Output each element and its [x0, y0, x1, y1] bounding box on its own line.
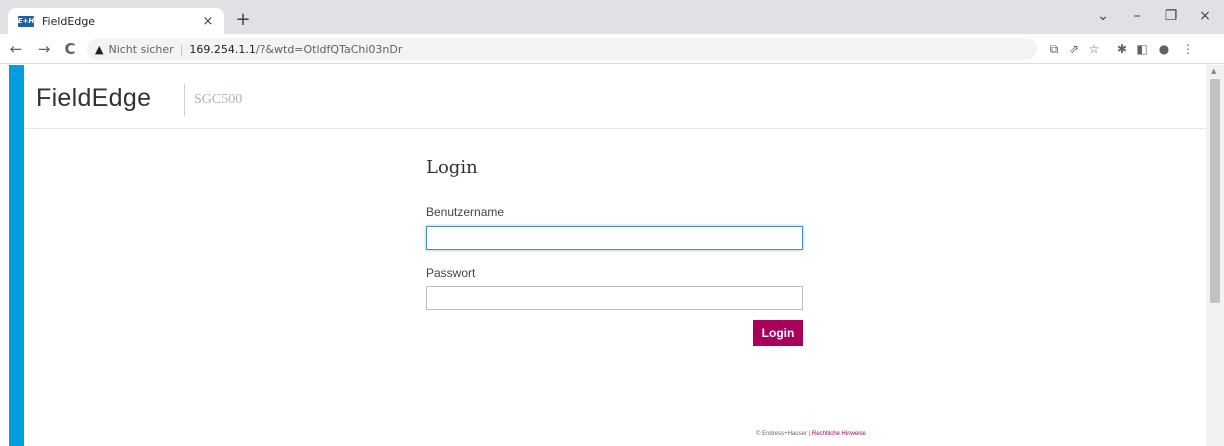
warning-icon[interactable]: ▲ — [95, 43, 103, 56]
forward-icon[interactable]: → — [34, 39, 54, 59]
not-secure-label: Nicht sicher — [108, 42, 174, 56]
tab-close-icon[interactable]: × — [200, 14, 216, 29]
url-host: 169.254.1.1 — [189, 42, 256, 56]
new-tab-button[interactable]: + — [232, 9, 254, 31]
login-button[interactable]: Login — [753, 320, 803, 346]
accent-sidebar — [9, 65, 24, 446]
translate-icon[interactable]: ⧉ — [1046, 42, 1062, 57]
side-panel-icon[interactable]: ◧ — [1134, 42, 1150, 56]
tab-strip: E+H FieldEdge × + ⌄ – ❐ × — [0, 0, 1224, 34]
legal-notice-link[interactable]: Rechtliche Hinweise — [812, 431, 866, 437]
username-input[interactable] — [426, 226, 803, 250]
browser-toolbar: ← → C ▲ Nicht sicher | 169.254.1.1 /?&wt… — [0, 34, 1224, 64]
login-title: Login — [426, 157, 478, 178]
page-viewport: FieldEdge SGC500 Login Benutzername Pass… — [0, 65, 1224, 446]
eh-favicon-icon: E+H — [17, 15, 35, 27]
scroll-up-arrow-icon[interactable]: ▲ — [1211, 67, 1216, 75]
reload-icon[interactable]: C — [60, 39, 80, 59]
browser-tab[interactable]: E+H FieldEdge × — [8, 8, 224, 34]
header-divider — [184, 84, 185, 116]
app-header: FieldEdge SGC500 — [24, 65, 1206, 129]
profile-avatar-icon[interactable]: ● — [1156, 42, 1172, 56]
username-label: Benutzername — [426, 205, 505, 219]
minimize-button[interactable]: – — [1122, 8, 1152, 24]
scroll-thumb[interactable] — [1210, 79, 1220, 303]
footer: © Endress+Hauser | Rechtliche Hinweise — [756, 431, 866, 437]
vertical-scrollbar[interactable]: ▲ — [1206, 65, 1224, 446]
device-name: SGC500 — [194, 92, 243, 107]
url-path: /?&wtd=OtldfQTaChi03nDr — [255, 42, 403, 56]
back-icon[interactable]: ← — [6, 39, 26, 59]
window-close-button[interactable]: × — [1190, 8, 1220, 24]
footer-separator: | — [808, 431, 811, 437]
bookmark-star-icon[interactable]: ☆ — [1086, 42, 1102, 56]
menu-icon[interactable]: ⋮ — [1180, 42, 1196, 56]
brand-logo: FieldEdge — [36, 84, 152, 112]
share-icon[interactable]: ⇗ — [1066, 42, 1082, 56]
address-separator: | — [179, 42, 184, 56]
restore-button[interactable]: ❐ — [1156, 8, 1186, 24]
address-bar[interactable]: ▲ Nicht sicher | 169.254.1.1 /?&wtd=Otld… — [87, 38, 1037, 60]
password-label: Passwort — [426, 266, 476, 280]
extensions-icon[interactable]: ✱ — [1114, 42, 1130, 56]
password-input[interactable] — [426, 286, 803, 310]
tab-title: FieldEdge — [42, 14, 96, 28]
tab-search-icon[interactable]: ⌄ — [1088, 8, 1118, 24]
copyright-text: © Endress+Hauser — [756, 431, 807, 437]
